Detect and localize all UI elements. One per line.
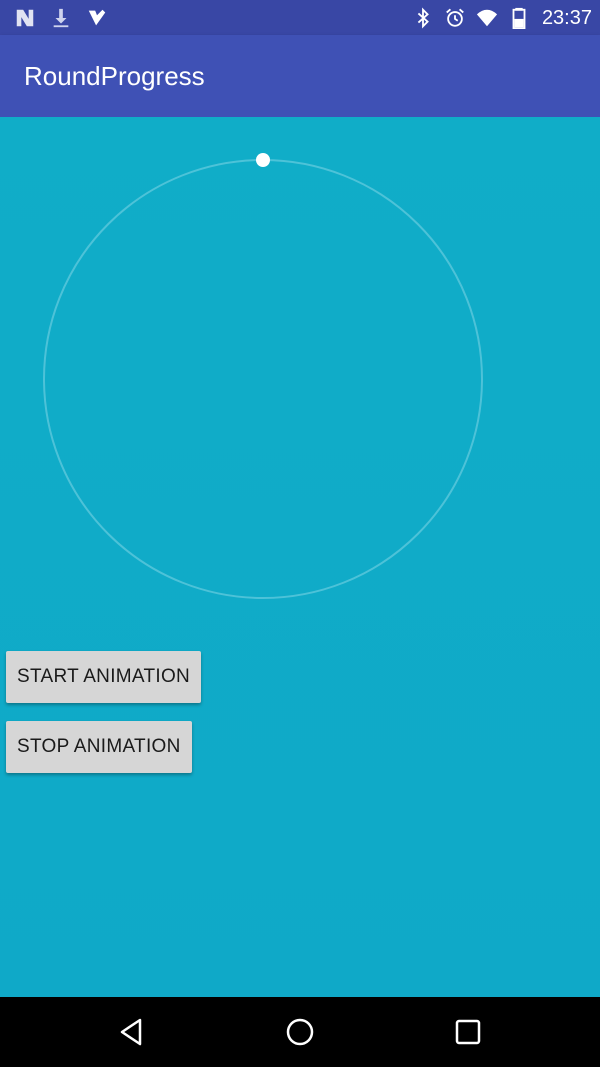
wifi-icon — [476, 7, 498, 29]
navigation-bar — [0, 997, 600, 1067]
check-icon — [86, 7, 108, 29]
main-content: START ANIMATION STOP ANIMATION — [0, 117, 600, 997]
status-notifications — [14, 6, 108, 30]
round-progress — [43, 153, 483, 599]
alarm-icon — [444, 7, 466, 29]
progress-ring — [43, 159, 483, 599]
recents-icon[interactable] — [452, 1016, 484, 1048]
status-system: 23:37 — [412, 5, 592, 31]
status-bar: 23:37 — [0, 0, 600, 35]
start-animation-button[interactable]: START ANIMATION — [6, 651, 202, 703]
n-icon — [14, 7, 36, 29]
battery-icon — [508, 7, 530, 29]
progress-dot — [256, 153, 270, 167]
bluetooth-icon — [412, 7, 434, 29]
download-icon — [50, 7, 72, 29]
app-bar: RoundProgress — [0, 35, 600, 117]
back-icon[interactable] — [116, 1016, 148, 1048]
status-time: 23:37 — [541, 6, 592, 29]
stop-animation-button[interactable]: STOP ANIMATION — [6, 721, 192, 773]
home-icon[interactable] — [284, 1016, 316, 1048]
app-title: RoundProgress — [24, 61, 205, 91]
